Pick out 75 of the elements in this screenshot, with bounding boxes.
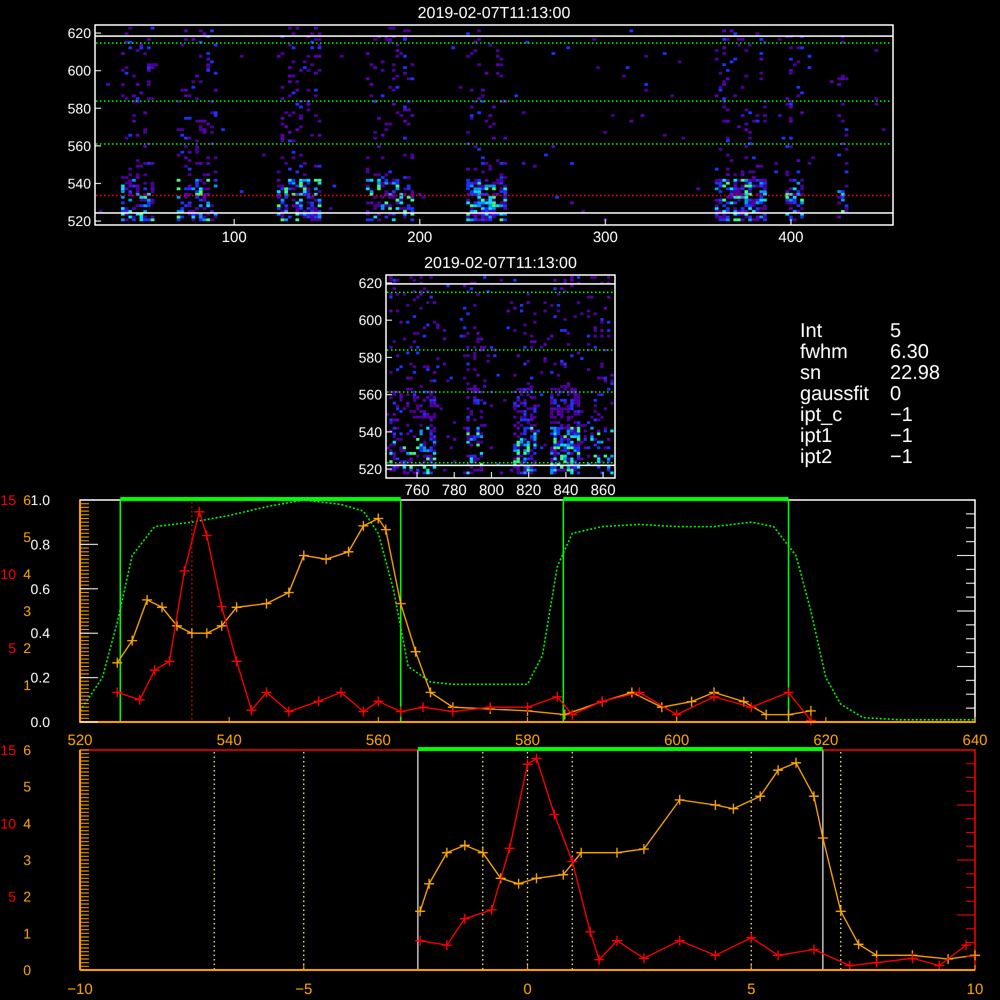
tick-label: 10 xyxy=(0,815,16,832)
tick-label: 560 xyxy=(358,386,382,403)
tick-label: 0.4 xyxy=(30,625,50,642)
plot-title: 2019-02-07T11:13:00 xyxy=(424,255,577,272)
tick-label: 4 xyxy=(23,566,31,582)
tick-label: 560 xyxy=(68,138,91,154)
parameter-value: 5 xyxy=(890,321,902,342)
parameter-label: ipt_c xyxy=(800,405,842,426)
tick-label: 0 xyxy=(23,962,31,978)
tick-label: 0.8 xyxy=(30,536,50,552)
parameter-value: −1 xyxy=(890,405,913,426)
tick-label: 5 xyxy=(8,888,16,905)
tick-label: 540 xyxy=(216,732,242,749)
tick-label: 820 xyxy=(516,482,542,499)
tick-label: 520 xyxy=(68,213,91,230)
tick-label: 600 xyxy=(68,62,91,79)
tick-label: 5 xyxy=(747,981,756,998)
parameter-value: 6.30 xyxy=(890,342,929,363)
tick-label: 1 xyxy=(23,925,31,942)
tick-label: 780 xyxy=(442,482,467,499)
tick-label: 620 xyxy=(68,25,91,42)
parameter-label: fwhm xyxy=(800,342,849,363)
parameter-value: 22.98 xyxy=(890,363,940,384)
tick-label: 6 xyxy=(23,742,31,758)
tick-label: 1.0 xyxy=(30,492,50,508)
tick-label: 4 xyxy=(23,815,31,832)
tick-label: 5 xyxy=(23,778,31,795)
tick-label: 520 xyxy=(67,732,93,749)
tick-label: 840 xyxy=(553,482,578,499)
tick-label: 800 xyxy=(478,482,504,499)
parameter-value: −1 xyxy=(890,447,913,468)
parameter-label: ipt1 xyxy=(800,426,832,447)
tick-label: 620 xyxy=(813,732,838,749)
tick-label: 200 xyxy=(407,229,432,246)
parameter-value: 0 xyxy=(890,384,902,405)
tick-label: 0.0 xyxy=(30,714,50,730)
tick-label: 2 xyxy=(23,888,31,905)
tick-label: −5 xyxy=(295,981,312,998)
parameter-label: ipt2 xyxy=(800,447,834,468)
tick-label: 3 xyxy=(23,603,31,619)
tick-label: 15 xyxy=(0,742,16,758)
tick-label: 540 xyxy=(358,424,382,440)
tick-label: 760 xyxy=(404,482,430,499)
tick-label: 860 xyxy=(590,482,616,499)
tick-label: 580 xyxy=(68,100,91,116)
tick-label: 600 xyxy=(358,312,382,328)
tick-label: 620 xyxy=(358,275,382,291)
tick-label: −10 xyxy=(67,981,93,998)
tick-label: 15 xyxy=(0,492,16,508)
parameter-label: sn xyxy=(800,363,822,384)
tick-label: 5 xyxy=(8,640,16,656)
plot-title: 2019-02-07T11:13:00 xyxy=(418,5,570,22)
tick-label: 0.2 xyxy=(30,670,50,686)
tick-label: 3 xyxy=(23,852,31,868)
tick-label: 580 xyxy=(358,349,382,366)
tick-label: 540 xyxy=(68,175,91,192)
tick-label: 100 xyxy=(222,229,247,246)
tick-label: 580 xyxy=(514,732,540,749)
tick-label: 300 xyxy=(592,229,618,246)
tick-label: 6 xyxy=(23,492,31,508)
tick-label: 560 xyxy=(366,732,391,749)
tick-label: 520 xyxy=(358,461,382,478)
tick-label: 1 xyxy=(23,677,31,693)
tick-label: 0.6 xyxy=(30,580,50,597)
tick-label: 10 xyxy=(0,566,16,582)
tick-label: 0 xyxy=(523,981,532,998)
tick-label: 600 xyxy=(664,732,690,749)
tick-label: 400 xyxy=(778,229,804,246)
tick-label: 5 xyxy=(23,529,31,545)
tick-label: 10 xyxy=(966,981,984,998)
tick-label: 640 xyxy=(962,732,988,749)
parameter-value: −1 xyxy=(890,426,913,447)
tick-label: 2 xyxy=(23,640,31,656)
parameter-label: Int xyxy=(800,321,824,342)
parameter-label: gaussfit xyxy=(800,384,870,405)
